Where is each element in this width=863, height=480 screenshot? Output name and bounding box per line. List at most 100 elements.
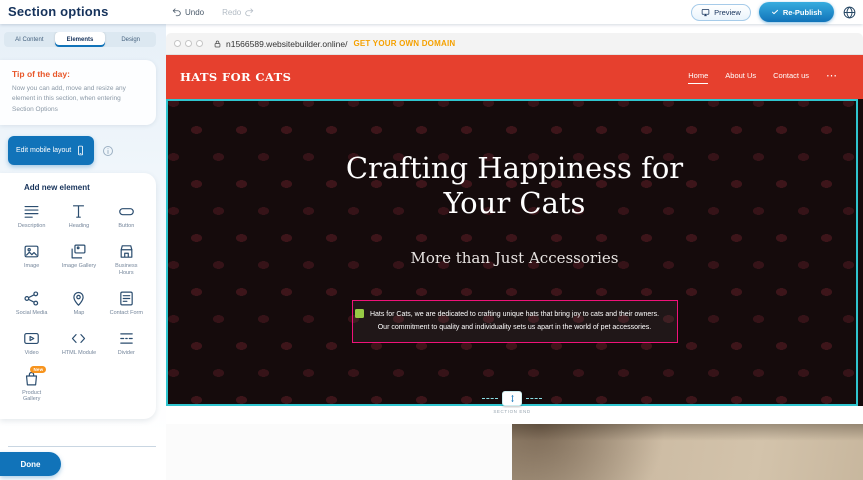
section-resize-handle[interactable] (502, 391, 522, 406)
hero-description-line: Hats for Cats, we are dedicated to craft… (361, 308, 669, 321)
edit-mobile-layout-button[interactable]: Edit mobile layout (8, 136, 94, 165)
divider-icon (118, 330, 135, 347)
add-element-social-media[interactable]: Social Media (8, 283, 55, 323)
heading-icon (70, 203, 87, 220)
undo-icon (172, 7, 182, 17)
new-badge: New (30, 366, 46, 373)
add-new-element-panel: Add new element Description Heading Butt… (0, 173, 156, 419)
add-element-product-gallery[interactable]: New Product Gallery (8, 363, 55, 410)
preview-browser-bar: n1566589.websitebuilder.online/ GET YOUR… (166, 33, 863, 55)
add-element-video[interactable]: Video (8, 323, 55, 363)
preview-button[interactable]: Preview (691, 4, 751, 21)
element-label: Divider (118, 350, 135, 357)
add-element-html-module[interactable]: HTML Module (55, 323, 102, 363)
page-title: Section options (8, 4, 109, 19)
check-icon (771, 8, 779, 16)
image-icon (23, 243, 40, 260)
resize-vertical-icon (508, 393, 517, 404)
tip-body: Now you can add, move and resize any ele… (12, 84, 144, 115)
section-resize-row (482, 391, 542, 406)
lock-icon (213, 39, 222, 49)
button-icon (118, 203, 135, 220)
site-logo[interactable]: HATS FOR CATS (180, 70, 291, 84)
website-builder-app: Section options Undo Redo Preview Re-Pub… (0, 0, 863, 480)
info-icon (102, 145, 114, 157)
language-globe-button[interactable] (842, 5, 857, 20)
nav-more-icon[interactable]: ⋯ (826, 71, 837, 84)
contact-form-icon (118, 290, 135, 307)
hero-description-line: Our commitment to quality and individual… (361, 321, 669, 334)
code-icon (70, 330, 87, 347)
element-label: Image (24, 263, 39, 270)
hero-heading-line: Crafting Happiness for (166, 151, 863, 186)
topbar: Section options Undo Redo Preview Re-Pub… (0, 0, 863, 24)
image-gallery-icon (70, 243, 87, 260)
undo-button[interactable]: Undo (172, 7, 204, 17)
element-label: Video (25, 350, 39, 357)
add-element-heading[interactable]: Heading (55, 196, 102, 236)
add-element-contact-form[interactable]: Contact Form (103, 283, 150, 323)
element-grid: Description Heading Button Image Image G (8, 196, 150, 409)
get-own-domain-link[interactable]: GET YOUR OWN DOMAIN (353, 39, 455, 48)
hero-description-box[interactable]: Hats for Cats, we are dedicated to craft… (352, 300, 678, 343)
nav-contact-us[interactable]: Contact us (773, 71, 809, 84)
nav-home[interactable]: Home (688, 71, 708, 84)
add-element-title: Add new element (24, 183, 150, 192)
element-label: Image Gallery (62, 263, 96, 270)
undo-label: Undo (185, 8, 204, 17)
section-options-sidebar: AI Content Elements Design Tip of the da… (0, 24, 166, 480)
next-section-preview[interactable] (166, 424, 863, 480)
redo-icon (244, 7, 254, 17)
map-pin-icon (70, 290, 87, 307)
tip-of-the-day-card: Tip of the day: Now you can add, move an… (0, 60, 156, 125)
storefront-icon (118, 243, 135, 260)
add-element-divider[interactable]: Divider (103, 323, 150, 363)
tab-elements[interactable]: Elements (55, 32, 106, 47)
next-section-image[interactable] (512, 424, 863, 480)
add-element-business-hours[interactable]: Business Hours (103, 236, 150, 283)
tab-design[interactable]: Design (105, 32, 156, 47)
republish-button[interactable]: Re-Publish (759, 2, 834, 22)
element-label: Product Gallery (14, 390, 50, 404)
hero-heading-line: Your Cats (166, 186, 863, 221)
element-label: HTML Module (62, 350, 96, 357)
window-dot-icon (174, 40, 181, 47)
section-resize-control: SECTION END (166, 391, 858, 415)
add-element-map[interactable]: Map (55, 283, 102, 323)
section-boundary-dash (482, 398, 498, 399)
hero-heading[interactable]: Crafting Happiness for Your Cats (166, 151, 863, 221)
tab-ai-content[interactable]: AI Content (4, 32, 55, 47)
preview-label: Preview (714, 8, 741, 17)
section-end-label: SECTION END (489, 408, 534, 415)
republish-label: Re-Publish (783, 8, 822, 17)
element-label: Business Hours (108, 263, 144, 277)
done-button[interactable]: Done (0, 452, 61, 476)
window-dot-icon (196, 40, 203, 47)
add-element-description[interactable]: Description (8, 196, 55, 236)
element-label: Button (118, 223, 134, 230)
element-label: Social Media (16, 310, 48, 317)
add-element-button[interactable]: Button (103, 196, 150, 236)
element-drag-handle[interactable] (355, 309, 364, 318)
video-icon (23, 330, 40, 347)
element-label: Heading (69, 223, 90, 230)
tip-title: Tip of the day: (12, 69, 144, 79)
info-button[interactable] (102, 145, 114, 157)
mobile-layout-row: Edit mobile layout (8, 136, 166, 165)
redo-button[interactable]: Redo (222, 7, 254, 17)
text-lines-icon (23, 203, 40, 220)
window-dot-icon (185, 40, 192, 47)
site-nav: Home About Us Contact us ⋯ (688, 71, 837, 84)
hero-section[interactable]: Crafting Happiness for Your Cats More th… (166, 99, 863, 406)
monitor-icon (701, 8, 710, 17)
sidebar-divider (8, 446, 156, 447)
add-element-image-gallery[interactable]: Image Gallery (55, 236, 102, 283)
add-element-image[interactable]: Image (8, 236, 55, 283)
share-icon (23, 290, 40, 307)
section-boundary-dash (526, 398, 542, 399)
globe-icon (842, 5, 857, 20)
nav-about-us[interactable]: About Us (725, 71, 756, 84)
hero-subheading[interactable]: More than Just Accessories (166, 249, 863, 267)
topbar-actions: Preview Re-Publish (691, 0, 857, 24)
site-header[interactable]: HATS FOR CATS Home About Us Contact us ⋯ (166, 55, 863, 99)
